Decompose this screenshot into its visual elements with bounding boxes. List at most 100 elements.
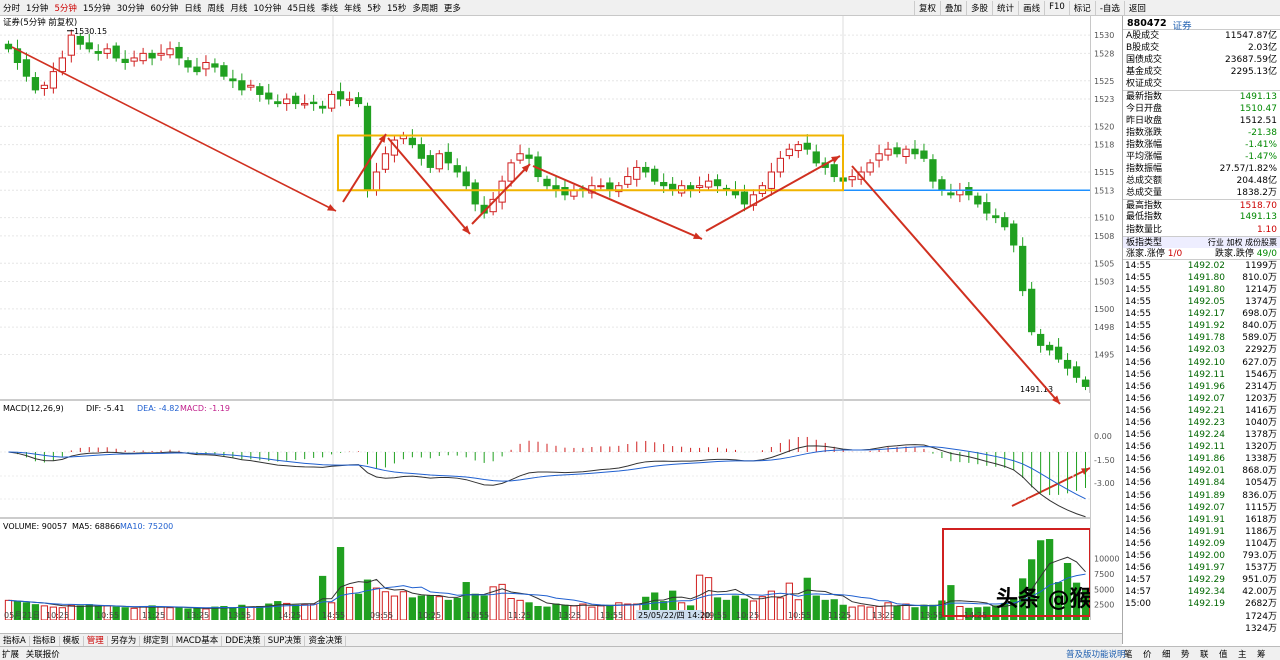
period-tab[interactable]: 10分钟 [253,2,281,14]
tool-button[interactable]: 标记 [1068,1,1095,15]
quote-tab[interactable]: 值 [1219,648,1238,660]
tick-volume: 793.0万 [1242,551,1277,562]
x-label: 10:25 [46,611,69,620]
candle-body [336,91,345,100]
candle-body [175,46,183,59]
board-links[interactable]: 行业 加权 成份股票 [1208,237,1277,248]
tick-price: 1492.34 [1187,587,1225,598]
indicator-tab[interactable]: 指标A [0,636,30,646]
candle-body [184,60,192,68]
quote-tab[interactable]: 细 [1162,648,1181,660]
indicator-tab[interactable]: DDE决策 [222,636,265,646]
stat-row: 国债成交 23687.59亿 [1123,54,1280,66]
period-toolbar: 分时 1分钟 5分钟 15分钟 30分钟 60分钟 日线 周线 月线 10分钟 45日线 季线 年线 5秒… [0,0,1280,16]
indicator-tab[interactable]: 绑定到 [140,636,173,646]
stat-value: 23687.59亿 [1225,55,1277,66]
volume-bar [956,605,964,621]
price-tick: 1525 [1094,77,1114,86]
vol-tick: 5000 [1094,585,1114,594]
x-label: 13:25 [872,611,895,620]
period-tab[interactable]: 1分钟 [26,2,48,14]
candle-body [103,48,111,54]
period-tab[interactable]: 30分钟 [117,2,145,14]
volume-bar [534,605,542,621]
volume-bar [354,593,363,621]
quote-tab[interactable]: 势 [1181,648,1200,660]
stat-row: B股成交 2.03亿 [1123,42,1280,54]
volume-bar [911,607,919,621]
volume-bar [408,597,417,621]
period-tab[interactable]: 45日线 [287,2,315,14]
price-tick: 1498 [1094,323,1114,332]
chart-pane[interactable]: 1530.151491.131491.5证券(5分钟 前复权)MACD(12,2… [0,16,1181,621]
stat-label: 指数量比 [1126,224,1163,235]
volume-bar [902,603,910,621]
tool-button[interactable]: 统计 [992,1,1018,15]
tool-button[interactable]: 多股 [966,1,992,15]
tick-list[interactable]: 14:55 1492.02 1199万 14:55 1491.80 810.0万 14:55… [1123,260,1280,635]
candle-body [1028,288,1036,333]
status-left: 扩展 关联报价 [2,648,64,660]
indicator-tab[interactable]: MACD基本 [172,636,223,646]
volume-bar [336,547,345,621]
period-tab[interactable]: 5分钟 [54,2,76,14]
tick-volume: 627.0万 [1242,357,1277,368]
indicator-tab-bar: 指标A 指标B 模板 管理 另存为 绑定到 MACD基本 DDE决策 SUP决策 资金决策 [0,633,1122,646]
quote-tab[interactable]: 价 [1143,648,1162,660]
tick-price: 1492.02 [1187,260,1225,271]
indicator-tab[interactable]: 资金决策 [305,636,347,646]
period-tab[interactable]: 分时 [3,2,20,14]
tool-button[interactable]: 复权 [914,1,940,15]
volume-bar [444,599,452,621]
updown-row: 涨家.涨停 1/0 跌家.跌停 49/0 [1123,248,1280,260]
quote-tab[interactable]: 筹 [1257,648,1276,660]
indicator-tab[interactable]: 指标B [29,636,60,646]
tool-button[interactable]: -自选 [1094,1,1124,15]
period-tab[interactable]: 15分钟 [83,2,111,14]
tick-row: 14:56 1491.78 589.0万 [1123,332,1280,344]
volume-bar [767,590,776,621]
period-tab[interactable]: 60分钟 [151,2,179,14]
indicator-tab[interactable]: SUP决策 [264,636,306,646]
quote-tab[interactable]: 主 [1238,648,1257,660]
indicator-tab[interactable]: 管理 [83,636,108,646]
status-item[interactable]: 扩展 [2,650,22,660]
feature-info-link[interactable]: 普及版功能说明 [1066,648,1126,660]
period-tab[interactable]: 日线 [184,2,201,14]
stat-value: -1.41% [1245,139,1277,150]
quote-tab[interactable]: 联 [1200,648,1219,660]
price-tick: 1500 [1094,305,1114,314]
candle-body [848,176,856,181]
period-tab[interactable]: 年线 [344,2,361,14]
period-tab[interactable]: 季线 [321,2,338,14]
period-tab[interactable]: 周线 [207,2,224,14]
tick-price: 1492.07 [1187,393,1225,404]
status-item[interactable]: 关联报价 [26,650,60,660]
quote-tab[interactable]: 笔 [1124,648,1143,660]
period-tab[interactable]: 更多 [444,2,461,14]
indicator-tab[interactable]: 另存为 [107,636,141,646]
kline-chart[interactable]: 1530.151491.131491.5证券(5分钟 前复权)MACD(12,2… [0,16,1181,621]
tool-button[interactable]: 返回 [1123,1,1150,15]
period-tab[interactable]: 月线 [230,2,247,14]
period-tab[interactable]: 15秒 [387,2,406,14]
tick-row: 14:56 1492.07 1203万 [1123,393,1280,405]
indicator-tab[interactable]: 模板 [59,636,84,646]
stat-value: 2295.13亿 [1230,67,1277,78]
candle-body [292,95,300,105]
index-stats: A股成交 11547.87亿 B股成交 2.03亿 国债成交 23687.59亿 基金成交 2… [1123,30,1280,236]
x-label: 11:25 [828,611,851,620]
macd-label: MACD(12,26,9) [3,404,64,413]
tool-button[interactable]: 叠加 [940,1,966,15]
stat-row: 平均涨幅 -1.47% [1123,151,1280,163]
tool-button[interactable]: 画线 [1018,1,1044,15]
period-tab[interactable]: 5秒 [367,2,381,14]
tool-button[interactable]: F10 [1044,1,1069,15]
dif-line [8,444,1086,518]
tick-volume: 951.0万 [1242,575,1277,586]
tick-time: 14:55 [1125,284,1151,295]
stat-label: 指数涨幅 [1126,139,1163,150]
tick-price: 1491.97 [1187,563,1225,574]
tick-time: 14:55 [1125,260,1151,271]
period-tab[interactable]: 多周期 [412,2,438,14]
